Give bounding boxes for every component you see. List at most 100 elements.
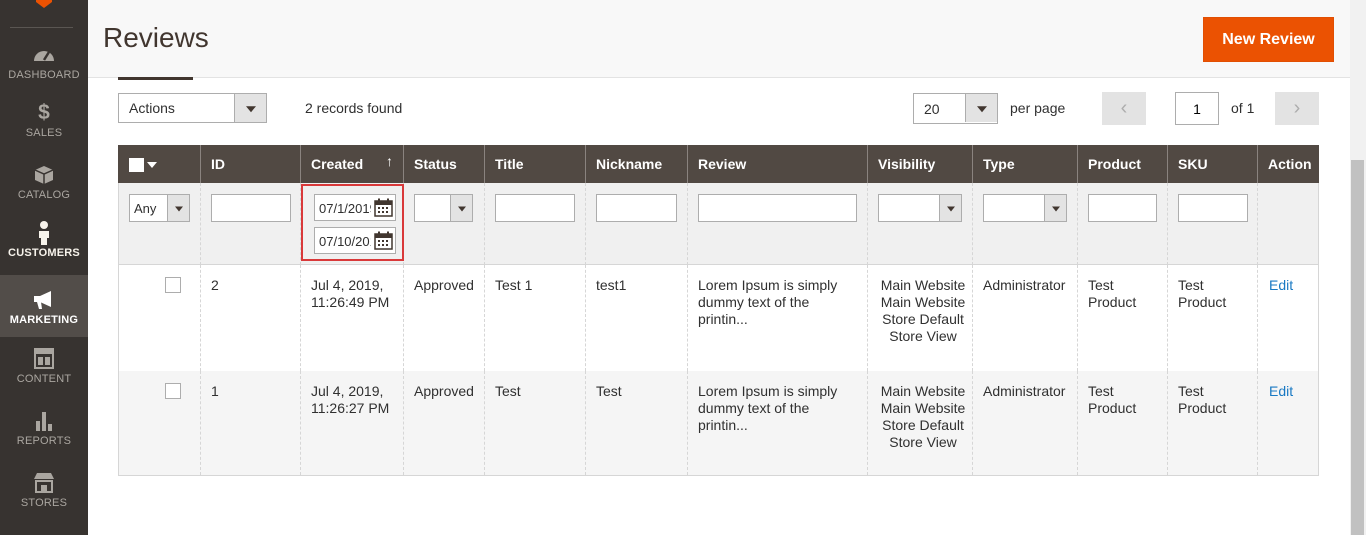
column-header-visibility[interactable]: Visibility — [867, 145, 972, 183]
product-filter-input[interactable] — [1088, 194, 1157, 222]
filter-dropdown-toggle[interactable] — [450, 195, 472, 221]
title-filter-input[interactable] — [495, 194, 575, 222]
sidebar-item-label: SALES — [25, 127, 63, 139]
next-page-button[interactable]: › — [1275, 92, 1319, 125]
sidebar-item-label: MARKETING — [9, 314, 79, 326]
status-filter-select[interactable] — [414, 194, 473, 222]
dashboard-icon — [34, 51, 54, 61]
column-divider — [300, 371, 301, 475]
filter-dropdown-toggle[interactable] — [939, 195, 961, 221]
column-divider — [585, 371, 586, 475]
column-divider — [1167, 265, 1168, 371]
table-row: 2 Jul 4, 2019, 11:26:49 PM Approved Test… — [118, 265, 1319, 371]
column-header-label: Created — [311, 156, 364, 172]
column-divider — [687, 183, 688, 265]
calendar-icon[interactable] — [374, 198, 393, 217]
column-header-id[interactable]: ID — [200, 145, 300, 183]
column-divider — [687, 371, 688, 475]
filter-row: Any 07/1/2019 07/10/2019 — [118, 183, 1319, 265]
column-divider — [972, 371, 973, 475]
sidebar-item-stores[interactable]: STORES — [0, 470, 88, 532]
records-found: 2 records found — [305, 100, 403, 116]
sidebar-item-label: DASHBOARD — [8, 69, 80, 81]
column-header-review[interactable]: Review — [687, 145, 867, 183]
cell-title: Test 1 — [495, 277, 533, 293]
nickname-filter-input[interactable] — [596, 194, 677, 222]
magento-logo-icon[interactable] — [34, 0, 54, 8]
column-divider — [200, 371, 201, 475]
sidebar-item-marketing[interactable]: MARKETING — [0, 275, 88, 337]
row-checkbox[interactable] — [165, 383, 181, 399]
filter-dropdown-toggle[interactable] — [167, 195, 189, 221]
column-divider — [200, 265, 201, 371]
calendar-icon[interactable] — [374, 231, 393, 250]
mass-select-dropdown[interactable] — [129, 158, 159, 172]
mass-select-filter[interactable]: Any — [129, 194, 190, 222]
active-tab-indicator — [118, 77, 193, 80]
total-pages: of 1 — [1231, 100, 1255, 116]
created-date-filter-highlight: 07/1/2019 07/10/2019 — [301, 184, 404, 261]
review-filter-input[interactable] — [698, 194, 857, 222]
sku-filter-input[interactable] — [1178, 194, 1248, 222]
column-divider — [585, 265, 586, 371]
sidebar-item-content[interactable]: CONTENT — [0, 346, 88, 408]
row-checkbox[interactable] — [165, 277, 181, 293]
new-review-button[interactable]: New Review — [1203, 17, 1334, 62]
megaphone-icon — [34, 291, 51, 309]
column-header-created[interactable]: Created ↑ — [300, 145, 403, 183]
current-page-input[interactable] — [1175, 92, 1219, 125]
scrollbar-thumb[interactable] — [1351, 160, 1364, 535]
grid-header-row: ID Created ↑ Status Title Nickname Review… — [118, 145, 1319, 183]
admin-sidebar: DASHBOARD $ SALES CATALOG CUSTOMERS MARK… — [0, 0, 88, 535]
sidebar-item-reports[interactable]: REPORTS — [0, 408, 88, 470]
column-divider — [1257, 183, 1258, 265]
sidebar-item-catalog[interactable]: CATALOG — [0, 162, 88, 224]
cell-status: Approved — [414, 277, 474, 293]
column-header-type[interactable]: Type — [972, 145, 1077, 183]
cell-product: Test Product — [1088, 277, 1137, 310]
actions-dropdown-toggle[interactable] — [234, 94, 266, 122]
select-all-checkbox[interactable] — [129, 158, 144, 172]
column-header-sku[interactable]: SKU — [1167, 145, 1257, 183]
mass-select-column[interactable] — [118, 145, 200, 183]
store-icon — [34, 473, 54, 493]
column-header-title[interactable]: Title — [484, 145, 585, 183]
sidebar-item-dashboard[interactable]: DASHBOARD — [0, 42, 88, 104]
column-divider — [200, 183, 201, 265]
id-filter-input[interactable] — [211, 194, 291, 222]
cell-id: 1 — [211, 383, 219, 399]
sidebar-item-label: STORES — [20, 497, 68, 509]
per-page-dropdown-toggle[interactable] — [965, 94, 997, 122]
column-divider — [1257, 371, 1258, 475]
person-icon — [39, 221, 49, 245]
type-filter-select[interactable] — [983, 194, 1067, 222]
layout-icon — [34, 348, 54, 369]
previous-page-button[interactable]: ‹ — [1102, 92, 1146, 125]
mass-actions-select[interactable]: Actions — [118, 93, 267, 123]
cell-sku: Test Product — [1178, 277, 1227, 310]
column-divider — [1077, 183, 1078, 265]
created-to-date-field[interactable]: 07/10/2019 — [314, 227, 396, 254]
table-row: 1 Jul 4, 2019, 11:26:27 PM Approved Test… — [118, 371, 1319, 476]
cell-created: Jul 4, 2019, 11:26:49 PM — [311, 277, 390, 310]
created-from-date-field[interactable]: 07/1/2019 — [314, 194, 396, 221]
filter-dropdown-toggle[interactable] — [1044, 195, 1066, 221]
sidebar-item-customers[interactable]: CUSTOMERS — [0, 220, 88, 282]
cell-status: Approved — [414, 383, 474, 399]
edit-link[interactable]: Edit — [1269, 383, 1293, 400]
column-header-action: Action — [1257, 145, 1319, 183]
cell-id: 2 — [211, 277, 219, 293]
per-page-select[interactable]: 20 — [913, 93, 998, 124]
edit-link[interactable]: Edit — [1269, 277, 1293, 294]
sidebar-item-sales[interactable]: $ SALES — [0, 100, 88, 162]
visibility-filter-select[interactable] — [878, 194, 962, 222]
cell-visibility: Main Website Main Website Store Default … — [880, 383, 966, 450]
column-divider — [300, 265, 301, 371]
cell-review: Lorem Ipsum is simply dummy text of the … — [698, 277, 838, 327]
column-divider — [1077, 265, 1078, 371]
column-header-nickname[interactable]: Nickname — [585, 145, 687, 183]
column-header-status[interactable]: Status — [403, 145, 484, 183]
column-divider — [403, 371, 404, 475]
column-header-product[interactable]: Product — [1077, 145, 1167, 183]
sort-ascending-icon: ↑ — [386, 153, 393, 169]
